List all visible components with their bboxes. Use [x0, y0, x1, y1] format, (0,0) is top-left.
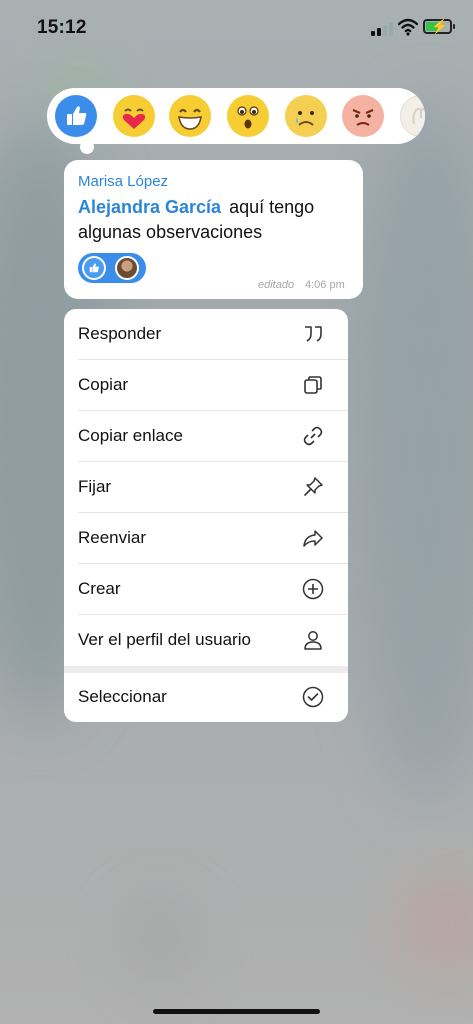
context-menu: Responder Copiar Copiar enlace Fijar Ree… — [64, 309, 348, 722]
thumbs-up-icon — [67, 106, 87, 125]
more-reactions-icon — [412, 107, 425, 125]
sad-face-icon — [296, 111, 314, 126]
grin-face-icon — [178, 108, 202, 130]
menu-item-label: Fijar — [78, 477, 112, 496]
user-icon — [302, 629, 324, 651]
home-indicator[interactable] — [153, 1009, 320, 1014]
menu-item-seleccionar[interactable]: Seleccionar — [64, 672, 348, 722]
pin-icon — [302, 476, 324, 498]
message-text-line1: Alejandra García aquí tengo — [78, 197, 314, 218]
link-icon — [302, 425, 324, 447]
reaction-more-button[interactable] — [400, 95, 425, 137]
copy-icon — [302, 374, 324, 396]
surprised-face-icon — [237, 106, 259, 129]
menu-item-fijar[interactable]: Fijar — [64, 462, 348, 513]
status-time: 15:12 — [37, 17, 87, 38]
menu-item-label: Copiar — [78, 375, 129, 394]
menu-item-label: Crear — [78, 579, 121, 598]
cellular-signal-icon — [371, 22, 393, 36]
menu-item-label: Copiar enlace — [78, 426, 183, 445]
battery-icon: ⚡ — [423, 18, 455, 34]
reaction-haha-button[interactable] — [169, 95, 211, 137]
message-text: aquí tengo — [229, 197, 315, 217]
heart-face-icon — [122, 108, 146, 129]
reaction-like-button[interactable] — [55, 95, 97, 137]
reaction-wow-button[interactable] — [227, 95, 269, 137]
menu-item-copiar[interactable]: Copiar — [64, 360, 348, 411]
menu-item-reenviar[interactable]: Reenviar — [64, 513, 348, 564]
reaction-angry-button[interactable] — [342, 95, 384, 137]
charging-bolt-icon: ⚡ — [431, 18, 449, 34]
wifi-icon — [398, 18, 418, 36]
thumbs-up-icon — [82, 256, 106, 280]
user-mention[interactable]: Alejandra García — [78, 197, 221, 217]
forward-icon — [302, 527, 324, 549]
menu-item-label: Ver el perfil del usuario — [78, 630, 251, 649]
menu-item-label: Responder — [78, 324, 162, 343]
message-text-line2: algunas observaciones — [78, 222, 263, 242]
reaction-bar — [47, 88, 425, 144]
menu-item-responder[interactable]: Responder — [64, 309, 348, 360]
edited-label: editado — [258, 279, 295, 291]
angry-face-icon — [352, 108, 374, 126]
quote-icon — [302, 323, 324, 345]
menu-item-copiar-enlace[interactable]: Copiar enlace — [64, 411, 348, 462]
menu-item-label: Seleccionar — [78, 687, 167, 706]
menu-item-crear[interactable]: Crear — [64, 564, 348, 615]
plus-circle-icon — [302, 578, 324, 600]
message-bubble[interactable]: Marisa López Alejandra García aquí tengo … — [64, 160, 363, 299]
reaction-love-button[interactable] — [113, 95, 155, 137]
reactor-avatar — [115, 256, 139, 280]
message-sender[interactable]: Marisa López — [78, 173, 168, 190]
reaction-sad-button[interactable] — [285, 95, 327, 137]
menu-item-ver-perfil[interactable]: Ver el perfil del usuario — [64, 615, 348, 666]
check-circle-icon — [302, 686, 324, 708]
status-bar: 15:12 ⚡ — [0, 0, 473, 56]
message-reaction-chip[interactable] — [78, 253, 146, 283]
menu-item-label: Reenviar — [78, 528, 147, 547]
message-time: 4:06 pm — [305, 279, 345, 291]
